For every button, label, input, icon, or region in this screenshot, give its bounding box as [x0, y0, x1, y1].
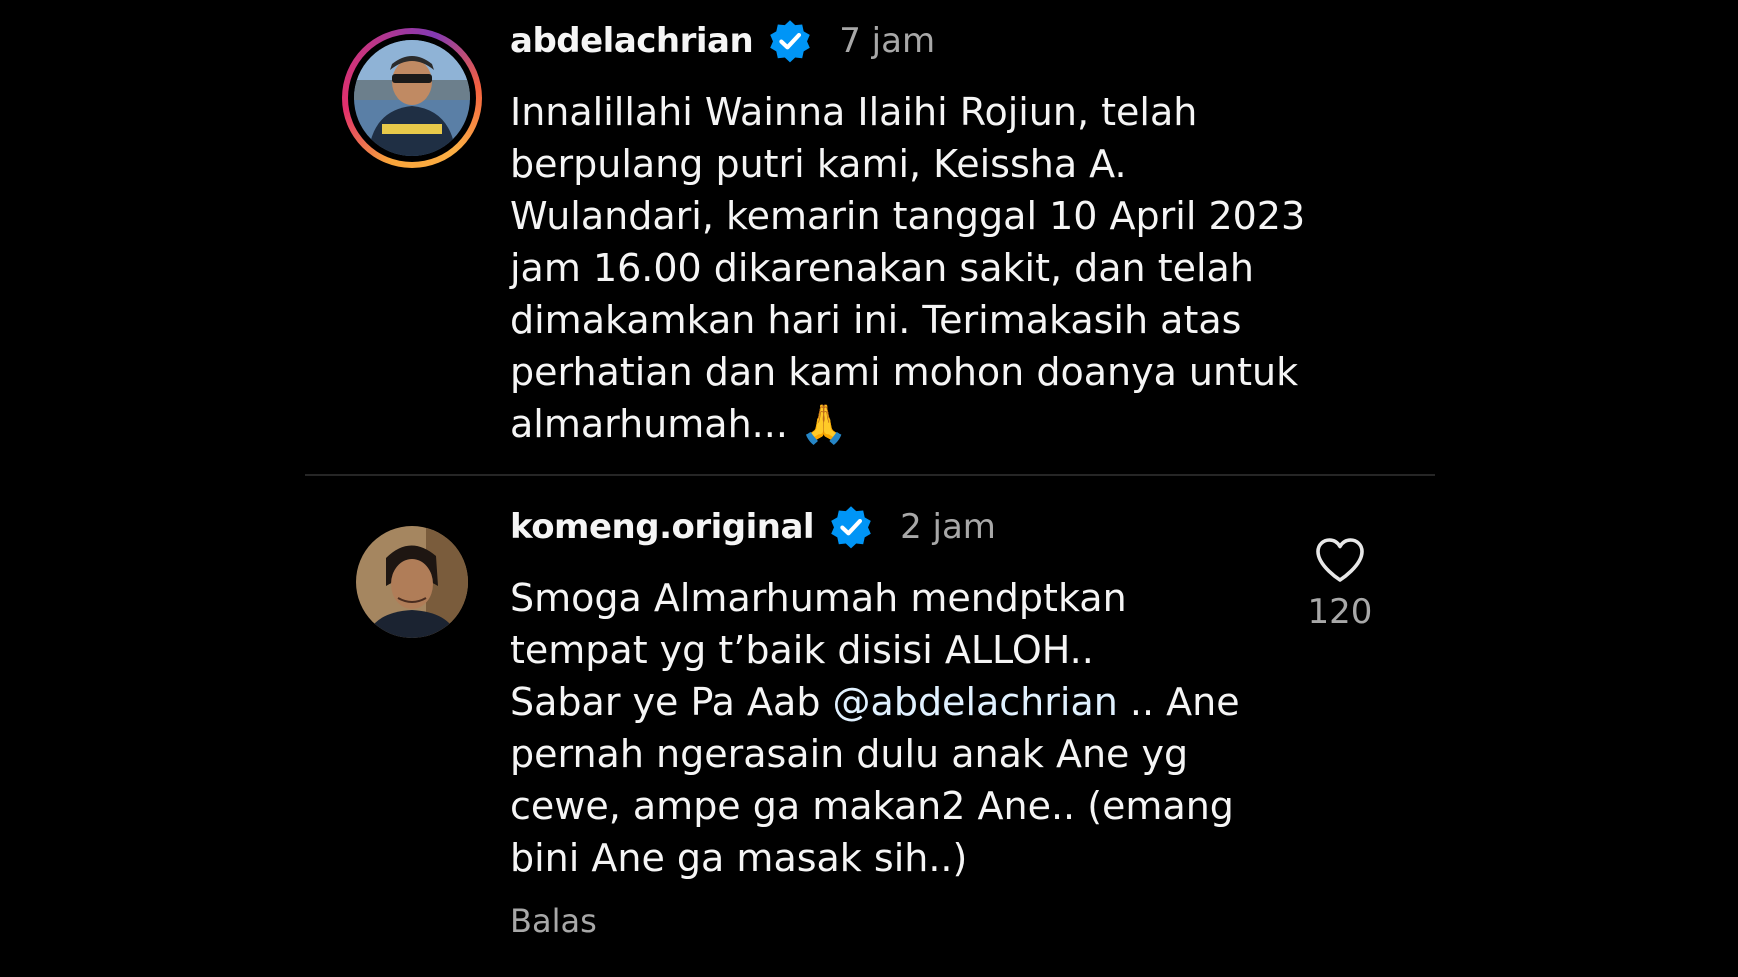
avatar-abdelachrian[interactable] [354, 40, 470, 156]
reply-button[interactable]: Balas [510, 902, 597, 940]
comment-time: 2 jam [900, 507, 996, 547]
like-column: 120 [1300, 536, 1380, 632]
comment-text: Smoga Almarhumah mendptkan tempat yg t’b… [510, 572, 1270, 884]
verified-badge-icon [770, 20, 810, 63]
username[interactable]: abdelachrian [510, 21, 754, 61]
like-count: 120 [1307, 592, 1373, 632]
heart-outline-icon[interactable] [1314, 536, 1366, 584]
mention-link[interactable]: @abdelachrian [833, 680, 1118, 724]
comment-header: komeng.original 2 jam [510, 504, 996, 550]
comment-time: 7 jam [839, 21, 936, 61]
username[interactable]: komeng.original [510, 507, 815, 547]
comment-header: abdelachrian 7 jam [510, 18, 935, 64]
avatar-photo-icon [354, 40, 470, 156]
comment-text: Innalillahi Wainna Ilaihi Rojiun, telah … [510, 90, 1306, 446]
avatar-photo-icon [356, 526, 468, 638]
avatar-komeng[interactable] [356, 526, 468, 638]
verified-badge-icon [831, 506, 871, 549]
comment-divider [305, 474, 1435, 476]
